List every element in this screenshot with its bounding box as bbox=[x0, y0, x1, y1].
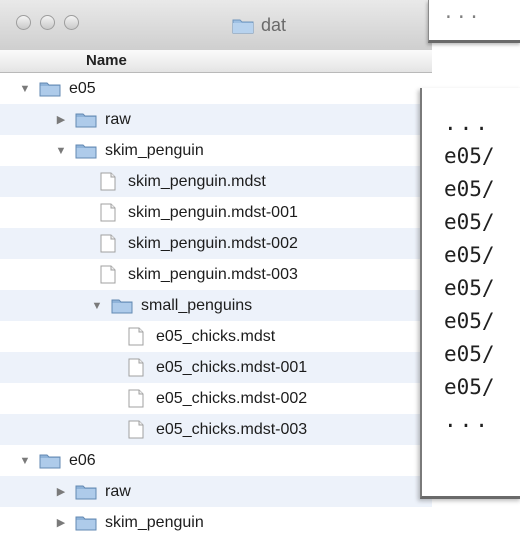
terminal-line: e05/ bbox=[444, 276, 495, 300]
folder-icon bbox=[75, 514, 97, 531]
window-title: dat bbox=[232, 13, 286, 37]
item-label: e06 bbox=[69, 451, 96, 469]
document-icon bbox=[100, 203, 116, 222]
minimize-window-button[interactable] bbox=[40, 15, 55, 30]
folder-icon bbox=[75, 483, 97, 500]
item-label: e05_chicks.mdst-003 bbox=[156, 420, 308, 438]
terminal-line: ... bbox=[444, 408, 491, 432]
file-row[interactable]: skim_penguin.mdst-002 bbox=[0, 228, 432, 259]
folder-icon bbox=[75, 142, 97, 159]
item-label: skim_penguin.mdst bbox=[128, 172, 266, 190]
terminal-line: e05/ bbox=[444, 309, 495, 333]
column-header: Name bbox=[0, 50, 432, 73]
terminal-window-back: ... bbox=[428, 0, 520, 43]
name-column-header[interactable]: Name bbox=[86, 52, 127, 69]
item-label: e05_chicks.mdst-002 bbox=[156, 389, 308, 407]
item-label: skim_penguin bbox=[105, 513, 204, 531]
window-title-text: dat bbox=[261, 14, 287, 35]
disclosure-triangle-expanded-icon[interactable]: ▼ bbox=[18, 454, 32, 468]
folder-icon bbox=[39, 80, 61, 97]
document-icon bbox=[128, 358, 144, 377]
disclosure-triangle-expanded-icon[interactable]: ▼ bbox=[18, 82, 32, 96]
item-label: skim_penguin.mdst-001 bbox=[128, 203, 298, 221]
item-label: e05 bbox=[69, 79, 96, 97]
folder-row[interactable]: ▶ raw bbox=[0, 104, 432, 135]
terminal-output: ... e05/e05/e05/e05/e05/e05/e05/e05/... bbox=[444, 107, 495, 437]
folder-row[interactable]: ▼ e06 bbox=[0, 445, 432, 476]
terminal-line: e05/ bbox=[444, 342, 495, 366]
disclosure-triangle-expanded-icon[interactable]: ▼ bbox=[54, 144, 68, 158]
item-label: raw bbox=[105, 110, 131, 128]
disclosure-triangle-collapsed-icon[interactable]: ▶ bbox=[54, 485, 68, 499]
terminal-window: ... e05/e05/e05/e05/e05/e05/e05/e05/... bbox=[420, 88, 520, 499]
item-label: e05_chicks.mdst-001 bbox=[156, 358, 308, 376]
folder-row[interactable]: ▶ raw bbox=[0, 476, 432, 507]
document-icon bbox=[128, 327, 144, 346]
folder-row[interactable]: ▼ e05 bbox=[0, 73, 432, 104]
document-icon bbox=[100, 172, 116, 191]
terminal-top-text: ... bbox=[443, 2, 482, 23]
folder-icon bbox=[232, 19, 254, 33]
file-row[interactable]: e05_chicks.mdst-003 bbox=[0, 414, 432, 445]
folder-icon bbox=[75, 111, 97, 128]
terminal-line: e05/ bbox=[444, 375, 495, 399]
disclosure-triangle-expanded-icon[interactable]: ▼ bbox=[90, 299, 104, 313]
terminal-line: e05/ bbox=[444, 210, 495, 234]
folder-row[interactable]: ▼ skim_penguin bbox=[0, 135, 432, 166]
disclosure-triangle-collapsed-icon[interactable]: ▶ bbox=[54, 516, 68, 530]
document-icon bbox=[100, 265, 116, 284]
file-row[interactable]: skim_penguin.mdst bbox=[0, 166, 432, 197]
folder-row[interactable]: ▼ small_penguins bbox=[0, 290, 432, 321]
item-label: raw bbox=[105, 482, 131, 500]
title-bar: dat bbox=[0, 0, 432, 51]
window-controls bbox=[16, 15, 79, 30]
folder-icon bbox=[111, 297, 133, 314]
item-label: small_penguins bbox=[141, 296, 253, 314]
item-label: skim_penguin.mdst-003 bbox=[128, 265, 298, 283]
close-window-button[interactable] bbox=[16, 15, 31, 30]
zoom-window-button[interactable] bbox=[64, 15, 79, 30]
document-icon bbox=[100, 234, 116, 253]
document-icon bbox=[128, 389, 144, 408]
folder-icon bbox=[39, 452, 61, 469]
document-icon bbox=[128, 420, 144, 439]
file-row[interactable]: e05_chicks.mdst bbox=[0, 321, 432, 352]
file-row[interactable]: e05_chicks.mdst-002 bbox=[0, 383, 432, 414]
item-label: e05_chicks.mdst bbox=[156, 327, 276, 345]
file-row[interactable]: e05_chicks.mdst-001 bbox=[0, 352, 432, 383]
file-row[interactable]: skim_penguin.mdst-001 bbox=[0, 197, 432, 228]
disclosure-triangle-collapsed-icon[interactable]: ▶ bbox=[54, 113, 68, 127]
terminal-line: e05/ bbox=[444, 144, 495, 168]
terminal-line: e05/ bbox=[444, 177, 495, 201]
terminal-line: e05/ bbox=[444, 243, 495, 267]
folder-row[interactable]: ▶ skim_penguin bbox=[0, 507, 432, 533]
item-label: skim_penguin bbox=[105, 141, 204, 159]
file-row[interactable]: skim_penguin.mdst-003 bbox=[0, 259, 432, 290]
finder-window: dat Name ▼ e05 ▶ raw ▼ skim_penguin skim_pengu… bbox=[0, 0, 432, 533]
file-list: ▼ e05 ▶ raw ▼ skim_penguin skim_penguin.mdst sk… bbox=[0, 73, 432, 533]
terminal-line: ... bbox=[444, 111, 491, 135]
item-label: skim_penguin.mdst-002 bbox=[128, 234, 298, 252]
